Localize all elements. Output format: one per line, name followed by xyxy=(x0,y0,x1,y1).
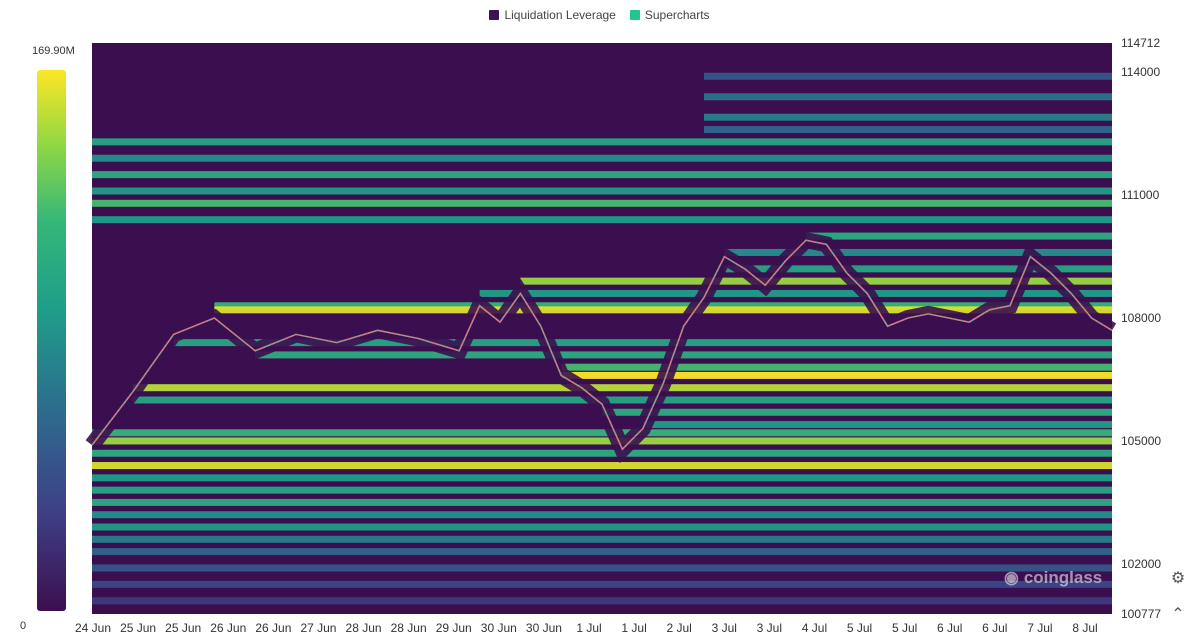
x-tick-label: 24 Jun xyxy=(75,621,111,635)
liquidation-level-band xyxy=(92,171,1112,179)
x-tick-label: 1 Jul xyxy=(576,621,601,635)
liquidation-level-band xyxy=(806,232,1112,240)
x-tick-label: 3 Jul xyxy=(757,621,782,635)
x-tick-label: 2 Jul xyxy=(667,621,692,635)
x-tick-label: 8 Jul xyxy=(1072,621,1097,635)
liquidation-level-band xyxy=(704,93,1112,101)
liquidation-level-band xyxy=(92,535,1112,543)
liquidation-level-band xyxy=(132,396,1113,404)
x-tick-label: 25 Jun xyxy=(120,621,156,635)
x-tick-label: 27 Jun xyxy=(300,621,336,635)
y-tick-label: 102000 xyxy=(1121,557,1161,571)
liquidation-level-band xyxy=(92,429,1112,437)
x-tick-label: 30 Jun xyxy=(526,621,562,635)
y-tick-label: 108000 xyxy=(1121,311,1161,325)
liquidation-level-band xyxy=(92,523,1112,531)
liquidation-level-band xyxy=(92,597,1112,605)
liquidation-level-band xyxy=(255,351,1112,359)
y-tick-label: 114712 xyxy=(1121,36,1160,50)
liquidation-level-band xyxy=(602,408,1112,416)
liquidation-level-band xyxy=(642,421,1112,429)
liquidation-level-band xyxy=(704,113,1112,121)
liquidation-level-band xyxy=(92,462,1112,470)
x-tick-label: 3 Jul xyxy=(712,621,737,635)
x-tick-label: 1 Jul xyxy=(621,621,646,635)
liquidation-level-band xyxy=(92,486,1112,494)
liquidation-level-band xyxy=(132,384,1113,392)
x-tick-label: 28 Jun xyxy=(346,621,382,635)
x-tick-label: 26 Jun xyxy=(255,621,291,635)
watermark-text: coinglass xyxy=(1023,568,1103,587)
x-tick-label: 25 Jun xyxy=(165,621,201,635)
y-tick-label: 114000 xyxy=(1121,65,1160,79)
y-tick-label: 105000 xyxy=(1121,434,1161,448)
liquidation-level-band xyxy=(92,474,1112,482)
liquidation-level-band xyxy=(92,564,1112,572)
x-tick-label: 26 Jun xyxy=(210,621,246,635)
x-tick-label: 5 Jul xyxy=(892,621,917,635)
x-tick-label: 7 Jul xyxy=(1027,621,1052,635)
liquidation-level-band xyxy=(92,187,1112,195)
liquidation-level-band xyxy=(704,72,1112,80)
x-tick-label: 4 Jul xyxy=(802,621,827,635)
liquidation-level-band xyxy=(92,511,1112,519)
x-tick-label: 6 Jul xyxy=(937,621,962,635)
coinglass-watermark: ◉ coinglass xyxy=(1004,568,1102,588)
liquidation-level-band xyxy=(92,498,1112,506)
y-tick-label: 111000 xyxy=(1121,188,1160,202)
liquidation-level-band xyxy=(92,580,1112,588)
liquidation-level-band xyxy=(92,449,1112,457)
liquidation-level-band xyxy=(92,138,1112,146)
liquidation-level-band xyxy=(92,154,1112,162)
chevron-up-icon[interactable]: ⌃ xyxy=(1165,601,1191,627)
y-tick-label: 100777 xyxy=(1121,607,1161,621)
x-tick-label: 28 Jun xyxy=(391,621,427,635)
x-tick-label: 6 Jul xyxy=(982,621,1007,635)
x-tick-label: 29 Jun xyxy=(436,621,472,635)
coinglass-logo-icon: ◉ xyxy=(1004,568,1019,587)
liquidation-heatmap: 114712 114000 111000 108000 105000 102000 1007… xyxy=(75,36,1161,635)
settings-icon[interactable]: ⚙ xyxy=(1165,565,1191,591)
liquidation-level-band xyxy=(92,199,1112,207)
liquidation-level-band xyxy=(561,371,1112,379)
liquidation-level-band xyxy=(92,437,1112,445)
liquidation-level-band xyxy=(704,126,1112,134)
liquidation-level-band xyxy=(561,363,1112,371)
x-tick-label: 30 Jun xyxy=(481,621,517,635)
liquidation-level-band xyxy=(92,548,1112,556)
x-tick-label: 5 Jul xyxy=(847,621,872,635)
liquidation-level-band xyxy=(92,216,1112,224)
